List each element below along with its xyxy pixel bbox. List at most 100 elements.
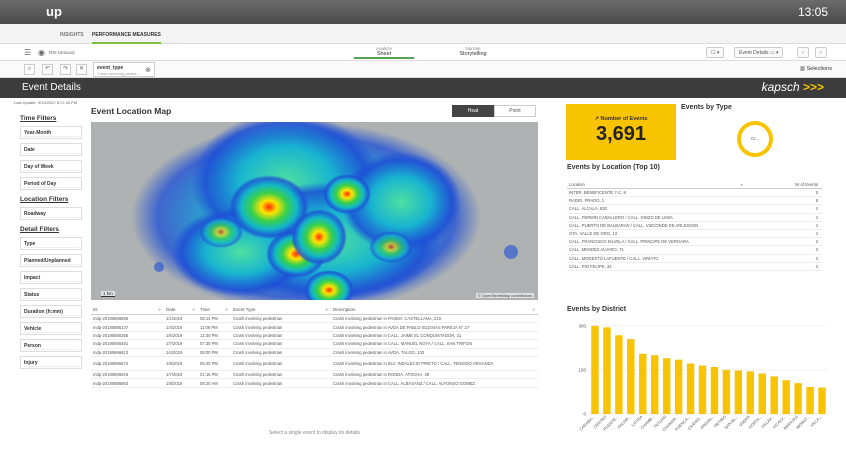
col-event-type[interactable]: Event Type ⌕ <box>231 307 331 312</box>
table-row[interactable]: mdp-20190866574 1/9/2019 06:40 PM Crash inv… <box>91 357 538 371</box>
step-back-icon[interactable]: ↶ <box>42 64 53 75</box>
selection-chip[interactable]: event_type Crash involving pedes... ⊗ <box>93 62 155 77</box>
brand-mark: >>> <box>802 80 824 94</box>
col-nr-events[interactable]: Nr of Events <box>747 182 822 187</box>
table-row[interactable]: mdp-20190866663 1/8/2019 08:20 AM Crash inv… <box>91 379 538 388</box>
search-icon[interactable]: ⌕ <box>325 307 328 312</box>
filter-day-of-week[interactable]: Day of Week <box>20 160 82 173</box>
col-id[interactable]: ID ⌕ <box>91 307 164 312</box>
search-icon[interactable]: ⌕ <box>158 307 161 312</box>
bar-16[interactable] <box>782 380 790 414</box>
cell-time: 07:30 PM <box>200 341 218 347</box>
location-count: 3 <box>815 239 818 245</box>
table-row[interactable]: mdp-20190866858 1/1/2019 08:14 PM Crash inv… <box>91 315 538 324</box>
search-icon[interactable]: ⌕ <box>532 307 535 312</box>
bar-15[interactable] <box>770 376 778 414</box>
cell-description: Crash involving pedestrian in PASEO. CAS… <box>333 316 441 322</box>
filter-vehicle[interactable]: Vehicle <box>20 322 82 335</box>
prev-sheet-button[interactable]: ‹ <box>797 47 809 58</box>
filter-period-of-day[interactable]: Period of Day <box>20 177 82 190</box>
bar-17[interactable] <box>794 383 802 414</box>
list-item[interactable]: CALL. MENDEZ ALVARO, 71 3 <box>567 246 822 255</box>
tab-performance-measures[interactable]: PERFORMANCE MEASURES <box>92 32 161 44</box>
bar-2[interactable] <box>615 335 623 414</box>
list-item[interactable]: CALL. PIO FELIPE, 34 3 <box>567 263 822 271</box>
bar-0[interactable] <box>591 325 599 414</box>
global-icon[interactable]: ◉ <box>38 48 45 57</box>
events-by-district-chart[interactable]: 0150300CARABA...CENTROPUENTE...SALAM...L… <box>567 314 832 444</box>
bar-1[interactable] <box>603 327 611 414</box>
selections-tool[interactable]: ▥ Selections <box>800 66 832 72</box>
location-name: CALL. MODESTO LAFUENTE / CALL. VIRIATO <box>569 255 659 261</box>
filter-impact[interactable]: Impact <box>20 271 82 284</box>
bar-11[interactable] <box>722 369 731 414</box>
filter-person[interactable]: Person <box>20 339 82 352</box>
bar-18[interactable] <box>806 386 814 414</box>
table-row[interactable]: mdp-20190866613 1/4/2019 08:00 PM Crash inv… <box>91 349 538 357</box>
table-row[interactable]: mdp-20190866147 1/4/2019 11:08 PM Crash inv… <box>91 323 538 332</box>
step-forward-icon[interactable]: ↷ <box>60 64 71 75</box>
sheet-menu[interactable]: Event Details ▭ ▾ <box>734 47 784 58</box>
bookmark-button[interactable]: ☐ ▾ <box>706 47 725 58</box>
col-description[interactable]: Description ⌕ <box>331 307 538 312</box>
list-item[interactable]: INTER. BENEFICENTE 7-C, 8 5 <box>567 189 822 198</box>
table-row[interactable]: mdp-20190866355 1/5/2019 12:30 PM Crash inv… <box>91 332 538 341</box>
point-toggle[interactable]: Point <box>494 105 536 117</box>
next-sheet-button[interactable]: › <box>815 47 827 58</box>
bar-19[interactable] <box>818 387 826 414</box>
close-icon[interactable]: ⊗ <box>145 66 151 74</box>
events-by-type-donut[interactable]: Cr... <box>737 121 773 157</box>
filter-injury[interactable]: Injury <box>20 356 82 369</box>
list-item[interactable]: GTA. VALLE DE ORO, 13 4 <box>567 230 822 239</box>
filter-year-month[interactable]: Year-Month <box>20 126 82 139</box>
bar-9[interactable] <box>698 365 707 414</box>
bar-13[interactable] <box>746 371 755 414</box>
bar-10[interactable] <box>710 367 719 414</box>
cell-description: Crash involving pedestrian in CALL. JAIM… <box>333 332 462 338</box>
list-item[interactable]: CALL. PUERTO DE BALBARAN / CALL. VIZCOND… <box>567 222 822 230</box>
col-time[interactable]: Time ⌕ <box>198 307 231 312</box>
bar-7[interactable] <box>674 359 683 414</box>
list-item[interactable]: CALL. FERMIN CABALLERO / CALL. GINZO DE … <box>567 214 822 222</box>
menu-icon[interactable]: ☰ <box>24 48 31 57</box>
list-item[interactable]: CALL. MODESTO LAFUENTE / CALL. VIRIATO 3 <box>567 255 822 263</box>
table-row[interactable]: mdp-20190866481 1/7/2019 07:30 PM Crash inv… <box>91 340 538 349</box>
cell-description: Crash involving pedestrian in CALL. ALBA… <box>333 380 475 386</box>
heat-map[interactable]: 1 km © OpenStreetMap contributors <box>91 122 538 300</box>
search-icon[interactable]: ⌕ <box>192 307 195 312</box>
filter-planned[interactable]: Planned/Unplanned <box>20 254 82 267</box>
smart-search-icon[interactable]: ⌕ <box>24 64 35 75</box>
bar-8[interactable] <box>686 363 695 414</box>
list-item[interactable]: CALL. FRANCISCO SILVELA / CALL. PRINCIPE… <box>567 238 822 247</box>
bar-6[interactable] <box>662 358 671 414</box>
bar-14[interactable] <box>758 373 766 414</box>
bar-3[interactable] <box>627 339 635 414</box>
cell-date: 1/4/2019 <box>166 324 183 330</box>
col-location[interactable]: Location ⌕ <box>567 182 747 187</box>
filter-type[interactable]: Type <box>20 237 82 250</box>
bar-12[interactable] <box>734 370 743 414</box>
heatmap-layer <box>131 122 518 300</box>
events-table: ID ⌕ Date ⌕ Time ⌕ Event Type ⌕ Description ⌕… <box>91 304 538 388</box>
cell-id: mdp-20190866663 <box>93 380 129 386</box>
filter-duration[interactable]: Duration (h:mm) <box>20 305 82 318</box>
mode-analyze[interactable]: Analyze Sheet <box>354 46 414 59</box>
tab-insights[interactable]: INSIGHTS <box>60 32 84 38</box>
list-item[interactable]: RADIO. PRADO, 1 5 <box>567 197 822 206</box>
col-date[interactable]: Date ⌕ <box>164 307 198 312</box>
table-row[interactable]: mdp-20190866616 1/7/2019 01:15 PM Crash inv… <box>91 371 538 380</box>
search-icon[interactable]: ⌕ <box>741 182 743 187</box>
list-item[interactable]: CALL. ALCALA, 830 4 <box>567 205 822 214</box>
cell-description: Crash involving pedestrian in RONDA. ATO… <box>333 372 430 378</box>
cell-id: mdp-20190866147 <box>93 324 129 330</box>
clear-all-icon[interactable]: ✕ <box>76 64 87 75</box>
cell-id: mdp-20190866355 <box>93 332 129 338</box>
bar-5[interactable] <box>651 355 659 414</box>
filter-date[interactable]: Date <box>20 143 82 156</box>
filter-status[interactable]: Status <box>20 288 82 301</box>
filter-roadway[interactable]: Roadway <box>20 207 82 220</box>
search-icon[interactable]: ⌕ <box>225 307 228 312</box>
heat-toggle[interactable]: Heat <box>452 105 494 117</box>
bar-4[interactable] <box>639 353 647 414</box>
mode-narrate[interactable]: Narrate Storytelling <box>443 46 503 57</box>
